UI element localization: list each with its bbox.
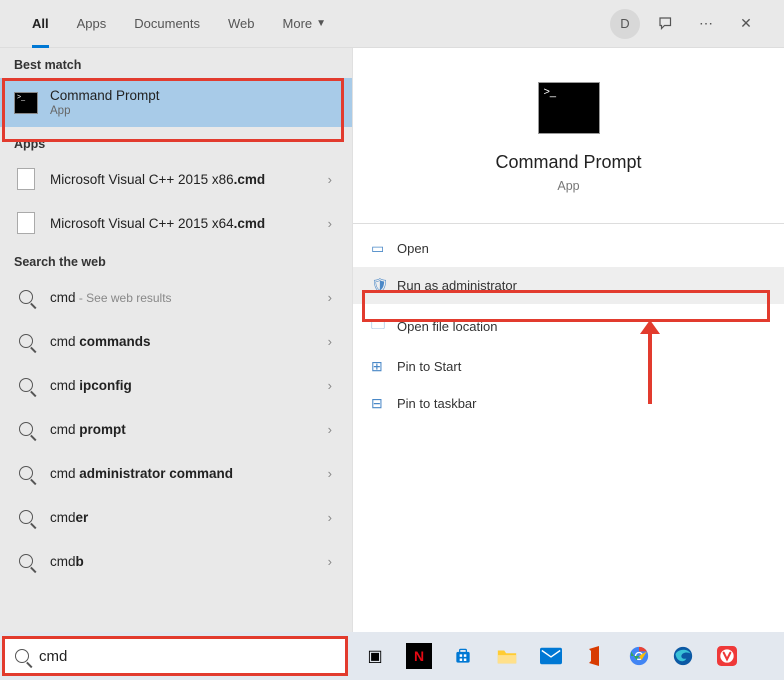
task-view-icon[interactable]: ▣ <box>362 643 388 669</box>
netflix-icon[interactable]: N <box>406 643 432 669</box>
result-web[interactable]: cmdb › <box>0 539 352 583</box>
search-icon <box>14 549 38 573</box>
document-icon <box>14 211 38 235</box>
folder-icon: 🗀 <box>371 314 397 338</box>
search-tabs: All Apps Documents Web More▼ D ⋯ ✕ <box>0 0 784 48</box>
open-icon: ▭ <box>371 240 397 257</box>
result-best-match[interactable]: Command Prompt App <box>0 78 352 127</box>
action-label: Pin to Start <box>397 359 461 374</box>
result-title: cmder <box>50 510 322 525</box>
section-apps: Apps <box>0 127 352 157</box>
action-open-location[interactable]: 🗀 Open file location <box>353 304 784 348</box>
result-title: Command Prompt <box>50 88 338 103</box>
file-explorer-icon[interactable] <box>494 643 520 669</box>
result-title: Microsoft Visual C++ 2015 x64.cmd <box>50 216 322 231</box>
feedback-icon[interactable] <box>646 4 686 44</box>
pin-icon: ⊟ <box>371 395 397 412</box>
preview-title: Command Prompt <box>353 152 784 173</box>
command-prompt-icon <box>14 91 38 115</box>
result-web[interactable]: cmd administrator command › <box>0 451 352 495</box>
result-title: cmd - See web results <box>50 290 322 305</box>
action-pin-start[interactable]: ⊞ Pin to Start <box>353 348 784 385</box>
more-options-icon[interactable]: ⋯ <box>686 4 726 44</box>
pin-icon: ⊞ <box>371 358 397 375</box>
result-title: Microsoft Visual C++ 2015 x86.cmd <box>50 172 322 187</box>
chevron-right-icon: › <box>322 334 338 349</box>
document-icon <box>14 167 38 191</box>
app-large-icon <box>538 82 600 134</box>
search-icon <box>14 461 38 485</box>
close-icon[interactable]: ✕ <box>726 4 766 44</box>
search-icon <box>14 373 38 397</box>
mail-icon[interactable] <box>538 643 564 669</box>
section-search-web: Search the web <box>0 245 352 275</box>
search-icon <box>14 417 38 441</box>
edge-icon[interactable] <box>670 643 696 669</box>
action-pin-taskbar[interactable]: ⊟ Pin to taskbar <box>353 385 784 422</box>
arrow-annotation <box>648 332 652 404</box>
search-box[interactable] <box>4 636 348 676</box>
microsoft-store-icon[interactable] <box>450 643 476 669</box>
search-icon <box>14 505 38 529</box>
chevron-right-icon: › <box>322 554 338 569</box>
tab-all[interactable]: All <box>18 0 63 48</box>
result-title: cmd ipconfig <box>50 378 322 393</box>
chevron-right-icon: › <box>322 378 338 393</box>
result-title: cmdb <box>50 554 322 569</box>
action-open[interactable]: ▭ Open <box>353 230 784 267</box>
result-web[interactable]: cmder › <box>0 495 352 539</box>
result-app[interactable]: Microsoft Visual C++ 2015 x64.cmd › <box>0 201 352 245</box>
result-web[interactable]: cmd prompt › <box>0 407 352 451</box>
shield-icon: 🛡 <box>371 277 397 294</box>
user-avatar[interactable]: D <box>610 9 640 39</box>
result-web[interactable]: cmd commands › <box>0 319 352 363</box>
action-label: Open <box>397 241 429 256</box>
result-web[interactable]: cmd - See web results › <box>0 275 352 319</box>
result-subtitle: App <box>50 105 338 117</box>
results-panel: Best match Command Prompt App Apps Micro… <box>0 48 352 632</box>
chevron-right-icon: › <box>322 422 338 437</box>
vivaldi-icon[interactable] <box>714 643 740 669</box>
result-app[interactable]: Microsoft Visual C++ 2015 x86.cmd › <box>0 157 352 201</box>
chrome-icon[interactable] <box>626 643 652 669</box>
action-run-admin[interactable]: 🛡 Run as administrator <box>353 267 784 304</box>
tab-more[interactable]: More▼ <box>269 0 341 48</box>
search-icon <box>14 285 38 309</box>
action-label: Open file location <box>397 319 497 334</box>
chevron-right-icon: › <box>322 510 338 525</box>
result-title: cmd administrator command <box>50 466 322 481</box>
search-icon <box>15 649 29 663</box>
tab-web[interactable]: Web <box>214 0 269 48</box>
action-label: Pin to taskbar <box>397 396 477 411</box>
search-input[interactable] <box>39 648 337 665</box>
result-title: cmd commands <box>50 334 322 349</box>
result-title: cmd prompt <box>50 422 322 437</box>
tab-documents[interactable]: Documents <box>120 0 214 48</box>
search-icon <box>14 329 38 353</box>
chevron-down-icon: ▼ <box>316 18 326 29</box>
office-icon[interactable] <box>582 643 608 669</box>
action-label: Run as administrator <box>397 278 517 293</box>
chevron-right-icon: › <box>322 466 338 481</box>
chevron-right-icon: › <box>322 216 338 231</box>
chevron-right-icon: › <box>322 290 338 305</box>
chevron-right-icon: › <box>322 172 338 187</box>
result-web[interactable]: cmd ipconfig › <box>0 363 352 407</box>
preview-subtitle: App <box>353 179 784 193</box>
taskbar: ▣ N <box>0 632 784 680</box>
section-best-match: Best match <box>0 48 352 78</box>
preview-panel: Command Prompt App ▭ Open 🛡 Run as admin… <box>352 48 784 632</box>
tab-apps[interactable]: Apps <box>63 0 121 48</box>
